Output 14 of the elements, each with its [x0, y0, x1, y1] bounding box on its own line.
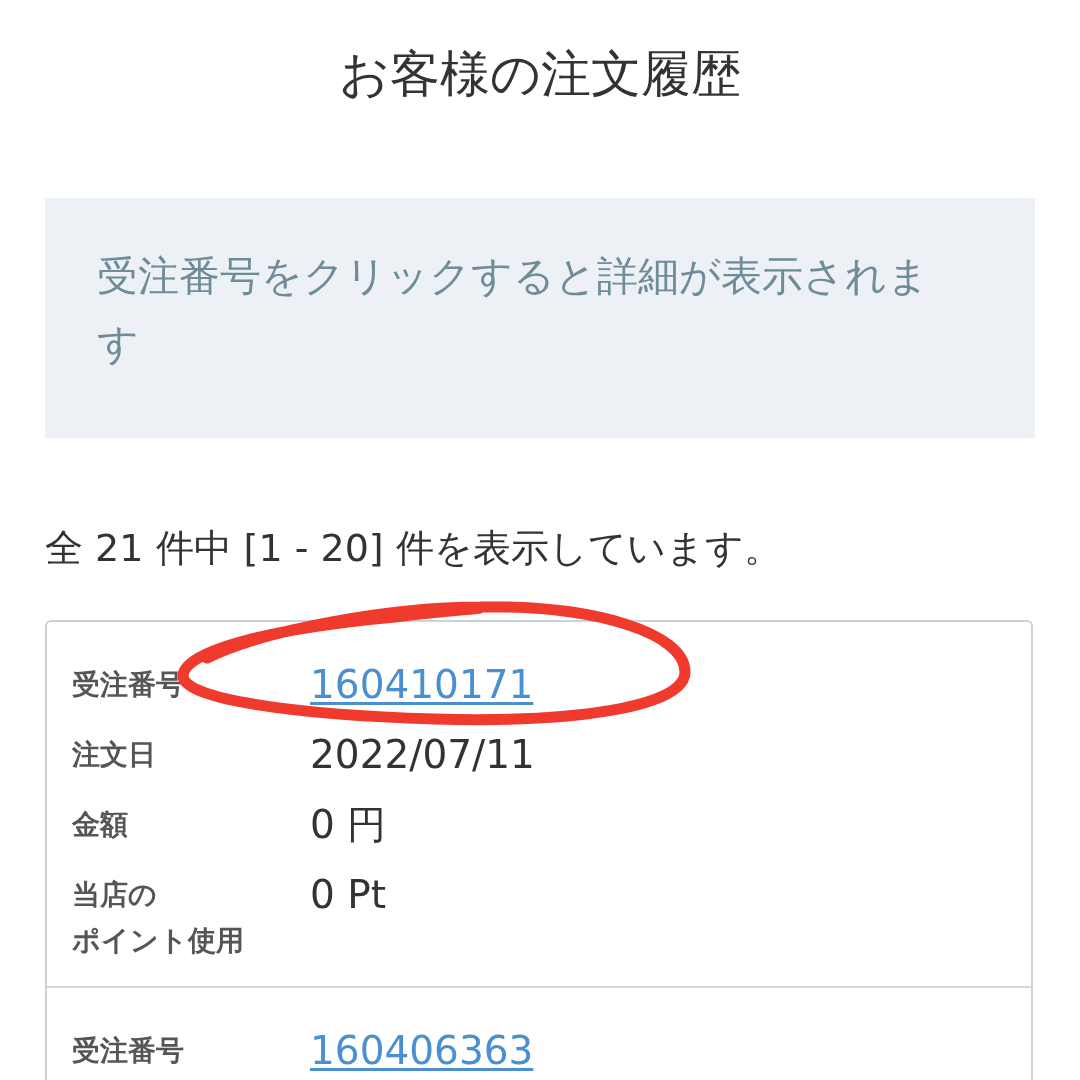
order-number-link[interactable]: 160406363 — [310, 1028, 534, 1074]
field-value: 2022/07/11 — [310, 732, 535, 778]
field-label: ポイント使用 — [72, 923, 245, 959]
result-count: 全 21 件中 [1 - 20] 件を表示しています。 — [45, 525, 783, 572]
field-value: 0 円 — [310, 802, 387, 848]
notice-text: 受注番号をクリックすると詳細が表示されます — [97, 251, 930, 370]
field-label: 当店の — [72, 877, 158, 913]
field-value: 0 Pt — [310, 872, 387, 918]
page-title: お客様の注文履歴 — [339, 44, 741, 104]
field-label: 金額 — [72, 807, 129, 843]
order-number-link[interactable]: 160410171 — [310, 662, 534, 708]
field-label: 受注番号 — [72, 1033, 185, 1069]
field-label: 受注番号 — [72, 667, 185, 703]
field-label: 注文日 — [72, 737, 157, 773]
